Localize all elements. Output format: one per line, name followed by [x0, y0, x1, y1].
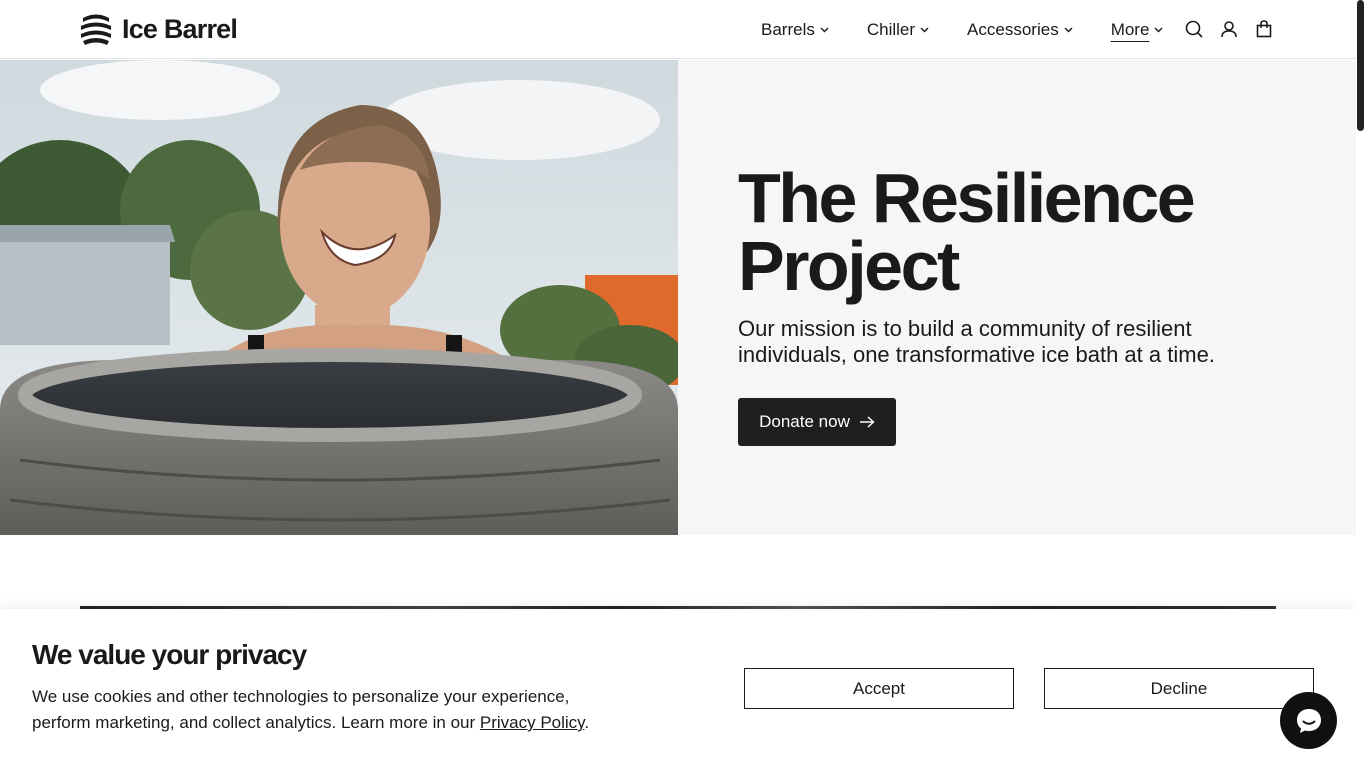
accept-button[interactable]: Accept	[744, 668, 1014, 709]
cookie-banner-title: We value your privacy	[32, 639, 307, 670]
donate-button-label: Donate now	[759, 412, 850, 431]
cookie-banner: We value your privacy We use cookies and…	[0, 609, 1356, 768]
chat-button[interactable]	[1280, 692, 1337, 749]
account-icon[interactable]	[1219, 19, 1239, 39]
donate-now-button[interactable]: Donate now	[738, 398, 896, 446]
cookie-banner-text-end: .	[584, 713, 590, 732]
cart-icon[interactable]	[1254, 19, 1274, 39]
header-icons	[1184, 19, 1289, 39]
hero-image	[0, 60, 678, 535]
nav-item-barrels[interactable]: Barrels	[761, 20, 829, 40]
hero-title: The Resilience Project	[738, 163, 1298, 301]
scrollbar-thumb[interactable]	[1357, 0, 1364, 131]
privacy-policy-link[interactable]: Privacy Policy	[480, 713, 585, 732]
nav-item-label: Accessories	[967, 19, 1059, 39]
main-nav: Barrels Chiller Accessories More	[761, 0, 1201, 59]
arrow-right-icon	[859, 416, 875, 428]
decline-button[interactable]: Decline	[1044, 668, 1314, 709]
nav-item-chiller[interactable]: Chiller	[867, 20, 929, 40]
hero-title-line-2: Project	[738, 227, 960, 305]
chevron-down-icon	[820, 27, 829, 32]
chevron-down-icon	[920, 27, 929, 32]
site-header: Ice Barrel Barrels Chiller Accessories M…	[0, 0, 1356, 59]
ice-barrel-logo-icon	[81, 14, 111, 45]
nav-item-label: More	[1110, 19, 1150, 39]
nav-item-accessories[interactable]: Accessories	[967, 20, 1073, 40]
brand-logo[interactable]: Ice Barrel	[80, 12, 238, 46]
chevron-down-icon	[1064, 27, 1073, 32]
chat-bubble-icon	[1296, 708, 1321, 733]
hero-photo-illustration	[0, 60, 678, 535]
chevron-down-icon	[1154, 27, 1163, 32]
search-icon[interactable]	[1184, 19, 1204, 39]
cookie-banner-text: We use cookies and other technologies to…	[32, 684, 632, 736]
nav-item-more[interactable]: More	[1111, 20, 1164, 40]
hero-title-line-1: The Resilience	[738, 159, 1196, 237]
hero-subtitle: Our mission is to build a community of r…	[738, 316, 1215, 367]
nav-item-label: Barrels	[761, 19, 815, 39]
nav-item-label: Chiller	[866, 19, 916, 39]
brand-name: Ice Barrel	[122, 13, 238, 44]
